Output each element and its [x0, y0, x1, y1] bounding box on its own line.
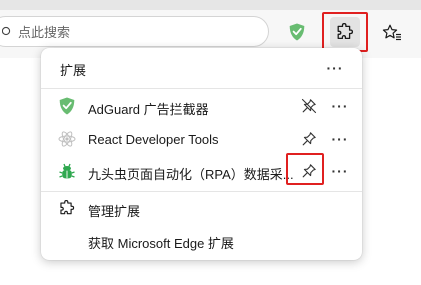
- divider: [41, 191, 362, 192]
- tab-strip: [0, 0, 421, 10]
- search-icon: [2, 26, 14, 38]
- get-extensions-label: 获取 Microsoft Edge 扩展: [88, 236, 234, 251]
- get-extensions-item[interactable]: 获取 Microsoft Edge 扩展: [41, 225, 362, 255]
- manage-extensions-item[interactable]: 管理扩展: [41, 193, 362, 223]
- extension-more-button[interactable]: ···: [329, 96, 351, 116]
- extension-name: React Developer Tools: [88, 132, 219, 147]
- extension-name: AdGuard 广告拦截器: [88, 102, 209, 117]
- search-input[interactable]: [18, 23, 238, 41]
- pin-icon[interactable]: [299, 129, 319, 149]
- flyout-title: 扩展: [60, 63, 87, 78]
- puzzle-icon: [330, 17, 360, 47]
- extension-row-adguard[interactable]: AdGuard 广告拦截器 ···: [41, 90, 362, 122]
- extension-more-button[interactable]: ···: [329, 129, 351, 149]
- extension-name: 九头虫页面自动化（RPA）数据采...: [88, 167, 294, 182]
- divider: [41, 88, 362, 89]
- extension-more-button[interactable]: ···: [329, 161, 351, 181]
- adguard-shield-icon: [58, 97, 76, 115]
- flyout-more-button[interactable]: ···: [324, 58, 346, 78]
- favorites-icon[interactable]: [381, 22, 403, 44]
- extensions-button[interactable]: [322, 12, 368, 52]
- extensions-flyout: 扩展 ··· AdGuard 广告拦截器 ··· React Developer…: [41, 48, 362, 260]
- pin-highlight-box: [286, 153, 324, 185]
- manage-extensions-label: 管理扩展: [88, 204, 141, 219]
- adguard-toolbar-icon[interactable]: [287, 22, 307, 42]
- extension-row-react-devtools[interactable]: React Developer Tools ···: [41, 123, 362, 155]
- puzzle-icon: [58, 199, 76, 217]
- unpin-icon[interactable]: [299, 96, 319, 116]
- address-bar[interactable]: [0, 16, 269, 47]
- react-atom-icon: [58, 130, 76, 148]
- bug-robot-icon: [58, 162, 76, 180]
- flyout-header: 扩展 ···: [41, 48, 362, 86]
